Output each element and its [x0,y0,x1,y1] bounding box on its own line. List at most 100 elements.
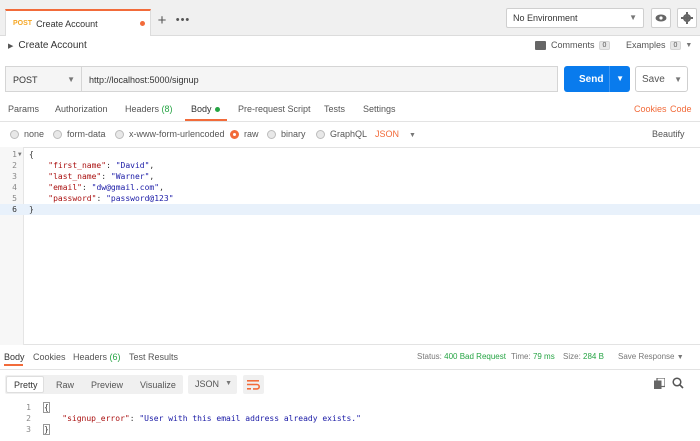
body-type-graphql[interactable]: GraphQL [316,129,367,139]
code-line-active: 6 } [0,204,700,215]
send-split-divider [609,66,610,92]
body-type-none[interactable]: none [10,129,44,139]
view-mode-pretty[interactable]: Pretty [14,380,38,390]
body-type-form-data[interactable]: form-data [53,129,106,139]
request-tabs: Params Authorization Headers (8) Body Pr… [0,100,700,122]
code-text: } [43,424,50,435]
request-tab-create-account[interactable]: POST Create Account [5,9,151,36]
save-button[interactable]: Save ▼ [635,66,688,92]
body-type-raw[interactable]: raw [230,129,259,139]
code-text: "password": "password@123" [48,194,174,203]
fold-arrow-icon[interactable]: ▼ [18,149,22,160]
radio-icon [267,129,276,139]
line-number: 5 [12,194,17,203]
save-label: Save [642,74,665,85]
line-number: 1 [12,150,17,159]
chevron-down-icon[interactable]: ▼ [616,74,624,83]
url-input[interactable]: http://localhost:5000/signup [81,66,558,92]
radio-icon [10,129,19,139]
chevron-down-icon: ▼ [676,354,684,361]
code-link[interactable]: Code [670,104,692,114]
request-tab-method: POST [13,20,33,27]
environment-quick-look-button[interactable] [651,8,671,28]
response-format-value: JSON [195,379,220,389]
environment-select[interactable]: No Environment ▼ [506,8,644,28]
code-line: 2 "first_name": "David", [0,160,700,171]
status-label: Status: [417,352,442,361]
method-value: POST [13,75,38,85]
response-tab-headers-count: (6) [109,352,121,362]
cookies-link[interactable]: Cookies [634,104,667,114]
body-type-binary-label: binary [281,129,306,139]
radio-icon [115,129,124,139]
line-number: 2 [12,161,17,170]
chevron-down-icon[interactable]: ▼ [674,75,682,84]
line-number: 3 [12,172,17,181]
time-value: 79 ms [532,352,555,361]
tab-headers-count: (8) [161,104,173,114]
examples-button[interactable]: Examples 0 ▼ [626,40,692,50]
search-button[interactable] [672,377,684,392]
copy-icon [654,377,666,389]
more-tabs-button[interactable]: ••• [175,13,191,29]
request-breadcrumb[interactable]: ▶ Create Account [8,40,87,51]
body-type-binary[interactable]: binary [267,129,306,139]
response-tab-headers[interactable]: Headers (6) [73,352,121,362]
view-mode-visualize[interactable]: Visualize [140,380,176,390]
tab-prerequest-script[interactable]: Pre-request Script [238,104,311,114]
new-tab-button[interactable]: + [154,13,170,29]
body-format-select[interactable]: JSON ▼ [375,129,416,139]
code-text: "email": "dw@gmail.com", [48,183,164,192]
code-text: { [29,150,34,159]
body-type-raw-label: raw [244,129,259,139]
settings-button[interactable] [677,8,697,28]
tab-settings[interactable]: Settings [363,104,396,114]
copy-button[interactable] [654,377,666,392]
response-tab-test-results[interactable]: Test Results [129,352,178,362]
save-response-button[interactable]: Save Response ▼ [618,352,684,361]
response-tab-headers-label: Headers [73,352,108,362]
response-tab-cookies[interactable]: Cookies [33,352,66,362]
body-type-form-data-label: form-data [67,129,106,139]
chevron-down-icon: ▼ [409,132,416,139]
body-type-urlencoded[interactable]: x-www-form-urlencoded [115,129,225,139]
code-text: "signup_error": "User with this email ad… [62,414,361,423]
response-size: Size: 284 B [563,352,604,361]
code-text: { [43,402,50,413]
line-number: 1 [26,403,31,412]
line-number: 4 [12,183,17,192]
request-tab-name: Create Account [36,18,98,29]
url-value: http://localhost:5000/signup [89,75,199,85]
status-value: 400 Bad Request [444,352,506,361]
tab-params[interactable]: Params [8,104,39,114]
code-text: "last_name": "Warner", [48,172,155,181]
examples-label: Examples [626,40,666,50]
comments-button[interactable]: Comments 0 [535,40,611,50]
response-format-select[interactable]: JSON ▼ [188,375,237,394]
time-label: Time: [511,352,531,361]
tab-headers[interactable]: Headers (8) [125,104,173,114]
wrap-lines-icon [247,379,260,390]
send-button[interactable]: Send ▼ [564,66,630,92]
search-icon [672,377,684,389]
chevron-down-icon: ▼ [225,380,232,387]
beautify-link[interactable]: Beautify [652,129,685,139]
code-text: "first_name": "David", [48,161,155,170]
line-number: 3 [26,425,31,434]
response-active-tab-indicator [4,364,23,366]
method-select[interactable]: POST ▼ [5,66,81,92]
save-response-label: Save Response [618,352,675,361]
comments-label: Comments [551,40,595,50]
tab-authorization[interactable]: Authorization [55,104,108,114]
unsaved-dot-icon [140,21,145,26]
response-tab-body[interactable]: Body [4,352,25,362]
view-mode-preview[interactable]: Preview [91,380,123,390]
view-mode-raw[interactable]: Raw [56,380,74,390]
code-line: 1 ▼ { [0,149,700,160]
wrap-lines-button[interactable] [243,375,264,394]
eye-icon [655,14,667,22]
tab-body[interactable]: Body [191,104,220,114]
tab-tests[interactable]: Tests [324,104,345,114]
line-number: 2 [26,414,31,423]
chevron-down-icon: ▼ [629,13,637,22]
